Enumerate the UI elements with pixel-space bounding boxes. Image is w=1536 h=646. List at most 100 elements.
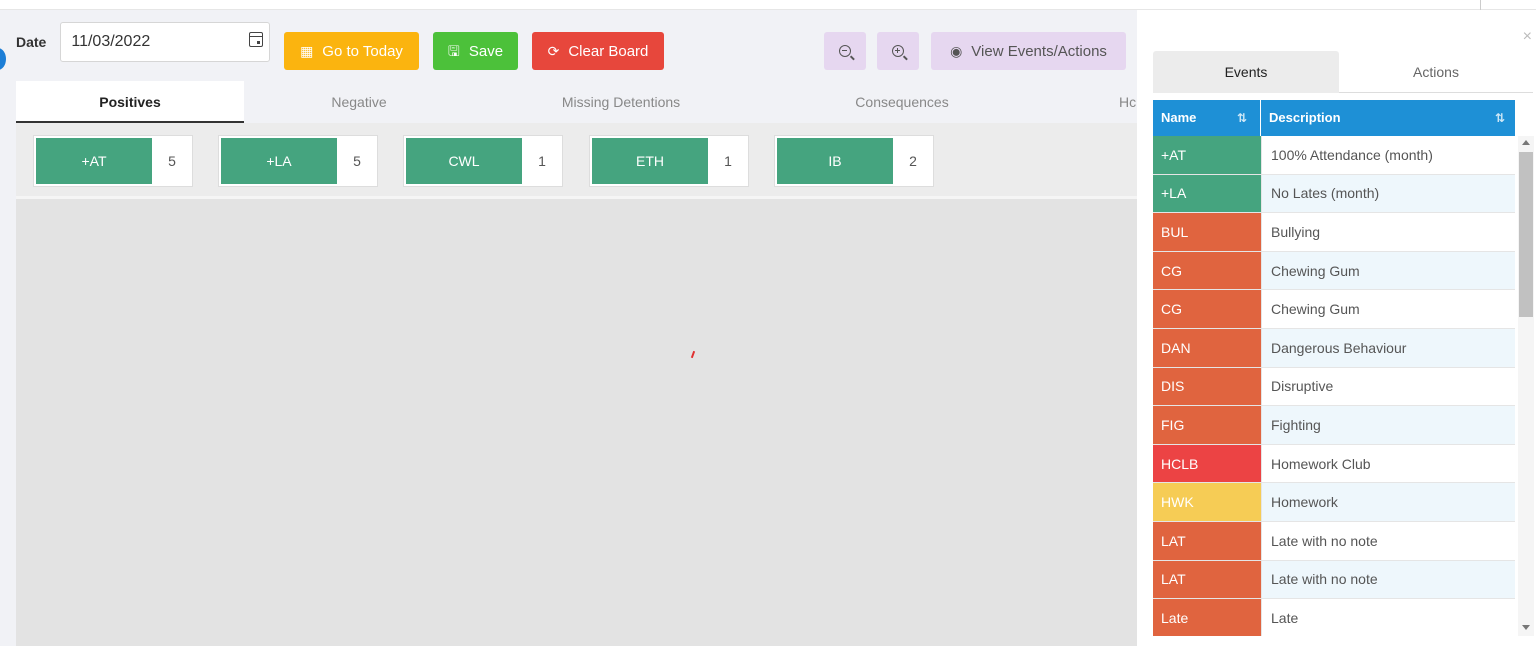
event-name-cell: CG	[1153, 290, 1261, 328]
event-code: CWL	[406, 138, 522, 184]
event-card[interactable]: CWL 1	[403, 135, 563, 187]
events-table: Name ⇅ Description ⇅ +AT 100% Attendance …	[1153, 100, 1515, 636]
table-row[interactable]: LAT Late with no note	[1153, 521, 1515, 561]
go-to-today-label: Go to Today	[322, 42, 403, 60]
event-name-cell: CG	[1153, 251, 1261, 290]
tab-missing-detentions[interactable]: Missing Detentions	[506, 81, 736, 123]
top-strip	[0, 0, 1536, 10]
scroll-down-icon[interactable]	[1522, 625, 1530, 630]
table-row[interactable]: CG Chewing Gum	[1153, 251, 1515, 291]
view-events-actions-label: View Events/Actions	[971, 42, 1107, 60]
event-count: 2	[909, 153, 917, 169]
tab-negative[interactable]: Negative	[244, 81, 474, 123]
tab-positives[interactable]: Positives	[16, 81, 244, 123]
save-button[interactable]: 🖫 Save	[433, 32, 518, 70]
go-to-today-button[interactable]: ▦ Go to Today	[284, 32, 419, 70]
event-name-cell: LAT	[1153, 560, 1261, 599]
seating-board[interactable]: +AT 5 +LA 5 CWL 1 ETH 1 IB 2	[16, 123, 1137, 646]
event-card[interactable]: ETH 1	[589, 135, 749, 187]
event-count: 5	[353, 153, 361, 169]
event-description-cell: Chewing Gum	[1261, 251, 1515, 290]
event-count: 1	[724, 153, 732, 169]
zoom-in-button[interactable]	[877, 32, 919, 70]
table-row[interactable]: HWK Homework	[1153, 483, 1515, 522]
table-row[interactable]: Late Late	[1153, 599, 1515, 636]
event-name-cell: HWK	[1153, 483, 1261, 521]
table-row[interactable]: DAN Dangerous Behaviour	[1153, 328, 1515, 368]
zoom-out-icon	[839, 45, 851, 57]
event-code: +LA	[221, 138, 337, 184]
event-name-cell: Late	[1153, 599, 1261, 636]
event-description-cell: 100% Attendance (month)	[1261, 136, 1515, 174]
event-description-cell: Fighting	[1261, 406, 1515, 444]
top-separator	[1480, 0, 1481, 10]
eye-icon: ◉	[950, 43, 963, 59]
column-description-label: Description	[1269, 110, 1341, 125]
scrollbar-thumb[interactable]	[1519, 152, 1533, 317]
event-description-cell: Dangerous Behaviour	[1261, 328, 1515, 367]
zoom-out-button[interactable]	[824, 32, 866, 70]
date-picker[interactable]	[60, 22, 271, 62]
clear-board-button[interactable]: ⟳ Clear Board	[532, 32, 664, 70]
view-events-actions-button[interactable]: ◉ View Events/Actions	[931, 32, 1126, 70]
column-name-label: Name	[1161, 110, 1197, 125]
column-header-name[interactable]: Name ⇅	[1153, 100, 1261, 136]
table-row[interactable]: CG Chewing Gum	[1153, 290, 1515, 329]
tab-consequences[interactable]: Consequences	[787, 81, 1017, 123]
table-scrollbar[interactable]	[1518, 136, 1534, 636]
event-name-cell: BUL	[1153, 213, 1261, 251]
event-name-cell: +LA	[1153, 174, 1261, 213]
event-card[interactable]: +AT 5	[33, 135, 193, 187]
calendar-icon[interactable]	[249, 32, 264, 47]
event-code: IB	[777, 138, 893, 184]
tab-events[interactable]: Events	[1153, 51, 1339, 93]
event-code: +AT	[36, 138, 152, 184]
table-row[interactable]: DIS Disruptive	[1153, 367, 1515, 407]
event-description-cell: Chewing Gum	[1261, 290, 1515, 328]
events-actions-panel: × Events Actions Name ⇅ Description ⇅ +A…	[1137, 10, 1536, 646]
zoom-in-icon	[892, 45, 904, 57]
save-label: Save	[468, 42, 504, 60]
event-description-cell: Late	[1261, 599, 1515, 636]
event-description-cell: Late with no note	[1261, 560, 1515, 599]
table-row[interactable]: HCLB Homework Club	[1153, 444, 1515, 484]
table-row[interactable]: FIG Fighting	[1153, 406, 1515, 445]
table-row[interactable]: +AT 100% Attendance (month)	[1153, 136, 1515, 175]
panel-tabs: Events Actions	[1153, 51, 1533, 93]
floppy-disk-icon: 🖫	[447, 43, 460, 59]
refresh-icon: ⟳	[547, 43, 560, 59]
toolbar: Date	[16, 22, 271, 62]
category-tabs: Positives Negative Missing Detentions Co…	[16, 81, 1137, 123]
date-input[interactable]	[71, 23, 232, 61]
event-description-cell: Late with no note	[1261, 521, 1515, 560]
calendar-icon: ▦	[300, 43, 314, 59]
event-card[interactable]: IB 2	[774, 135, 934, 187]
event-count: 5	[168, 153, 176, 169]
event-name-cell: +AT	[1153, 136, 1261, 174]
scroll-up-icon[interactable]	[1522, 140, 1530, 145]
event-description-cell: Homework Club	[1261, 444, 1515, 483]
event-count: 1	[538, 153, 546, 169]
event-card[interactable]: +LA 5	[218, 135, 378, 187]
column-header-description[interactable]: Description ⇅	[1261, 100, 1515, 136]
sort-icon[interactable]: ⇅	[1495, 100, 1505, 136]
date-label: Date	[16, 34, 47, 50]
table-header: Name ⇅ Description ⇅	[1153, 100, 1515, 136]
event-name-cell: LAT	[1153, 521, 1261, 560]
sort-asc-icon[interactable]: ⇅	[1237, 100, 1247, 136]
event-name-cell: DIS	[1153, 367, 1261, 406]
tab-actions[interactable]: Actions	[1339, 51, 1533, 93]
event-name-cell: DAN	[1153, 328, 1261, 367]
event-description-cell: No Lates (month)	[1261, 174, 1515, 213]
table-row[interactable]: LAT Late with no note	[1153, 560, 1515, 600]
table-body: +AT 100% Attendance (month) +LA No Lates (m…	[1153, 136, 1515, 636]
table-row[interactable]: BUL Bullying	[1153, 213, 1515, 252]
event-summary-row: +AT 5 +LA 5 CWL 1 ETH 1 IB 2	[16, 123, 1137, 199]
event-description-cell: Bullying	[1261, 213, 1515, 251]
event-name-cell: FIG	[1153, 406, 1261, 444]
event-description-cell: Disruptive	[1261, 367, 1515, 406]
table-row[interactable]: +LA No Lates (month)	[1153, 174, 1515, 214]
event-description-cell: Homework	[1261, 483, 1515, 521]
event-name-cell: HCLB	[1153, 444, 1261, 483]
close-icon[interactable]: ×	[1523, 28, 1532, 46]
